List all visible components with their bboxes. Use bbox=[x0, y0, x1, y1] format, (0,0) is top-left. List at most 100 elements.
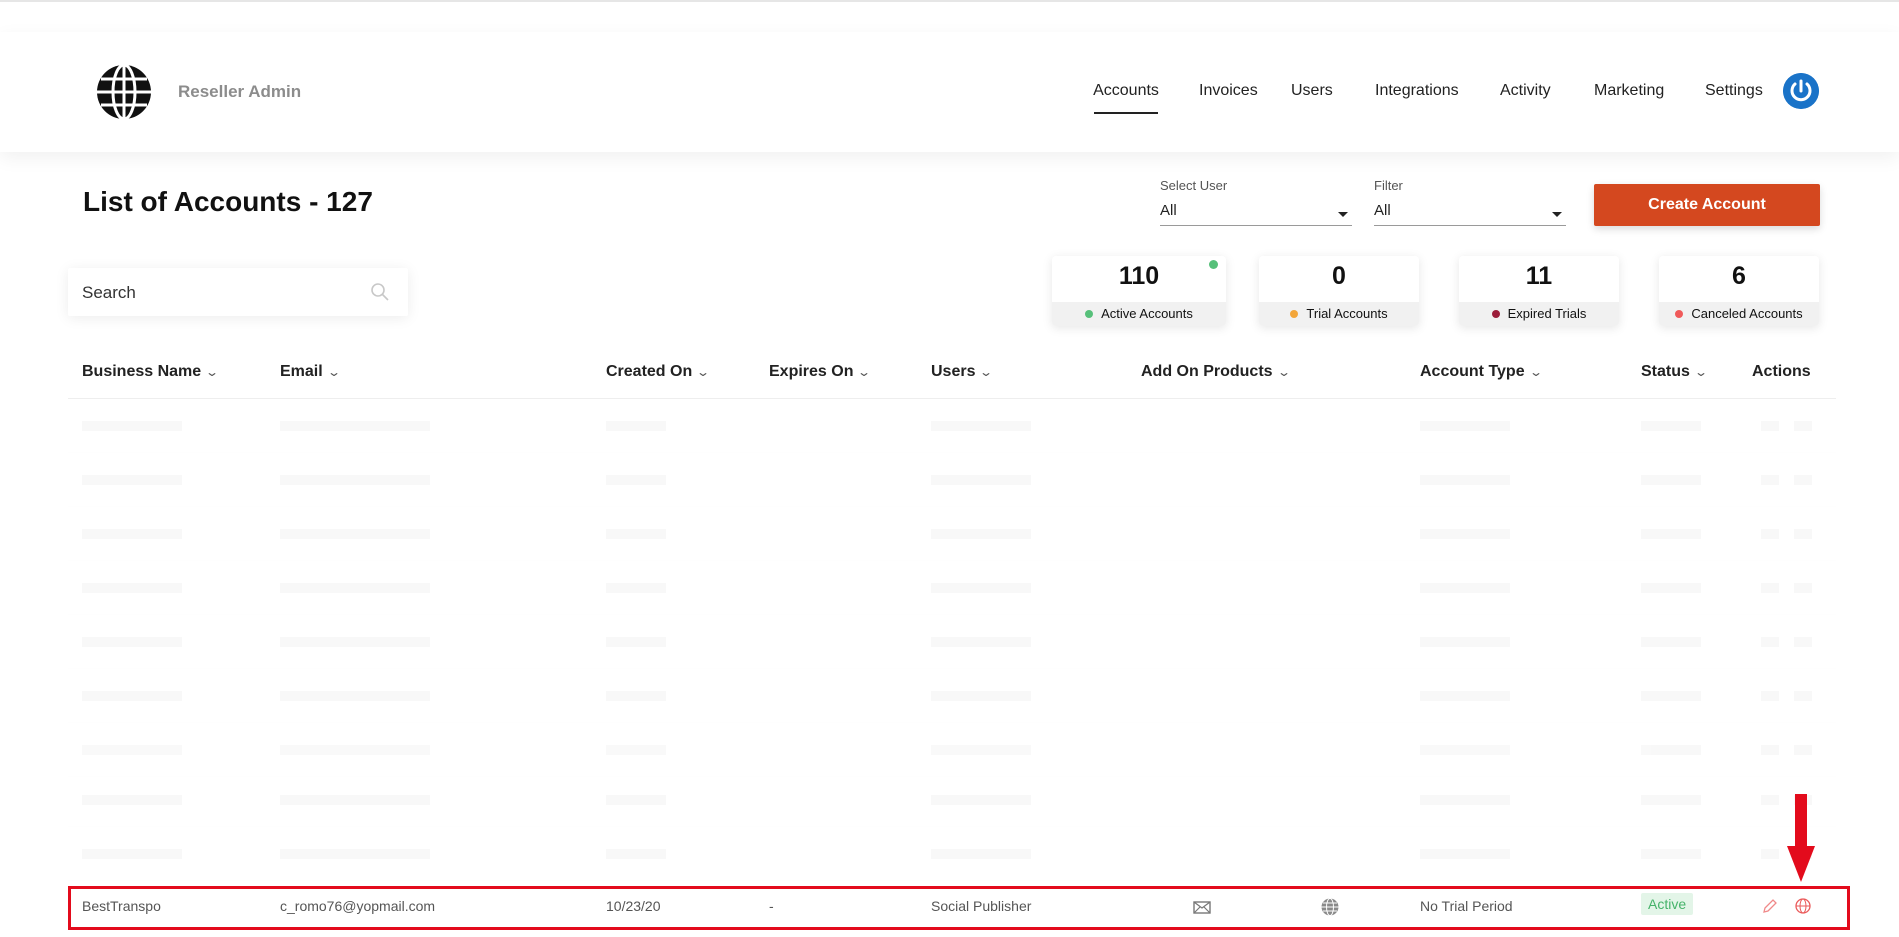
column-header-account-type[interactable]: Account Type ⌄ bbox=[1420, 363, 1543, 381]
filter-value: All bbox=[1374, 202, 1391, 219]
nav-invoices[interactable]: Invoices bbox=[1199, 82, 1258, 106]
placeholder-cell bbox=[1761, 475, 1779, 485]
placeholder-cell bbox=[280, 583, 430, 593]
stat-active-accounts[interactable]: 110 Active Accounts bbox=[1052, 256, 1226, 326]
nav-activity[interactable]: Activity bbox=[1500, 82, 1551, 106]
column-header-add-on-products[interactable]: Add On Products ⌄ bbox=[1141, 363, 1291, 381]
placeholder-cell bbox=[1794, 583, 1812, 593]
filter-dropdown[interactable]: All bbox=[1374, 198, 1566, 226]
column-label: Actions bbox=[1752, 363, 1811, 380]
chevron-down-icon bbox=[1552, 212, 1562, 217]
column-header-business-name[interactable]: Business Name ⌄ bbox=[82, 363, 219, 381]
placeholder-cell bbox=[606, 795, 666, 805]
stat-label: Expired Trials bbox=[1507, 306, 1587, 321]
table-row bbox=[68, 827, 1836, 881]
placeholder-cell bbox=[82, 475, 182, 485]
table-row bbox=[68, 773, 1836, 827]
placeholder-cell bbox=[931, 583, 1031, 593]
column-label: Users bbox=[931, 363, 976, 380]
table-row bbox=[68, 507, 1836, 561]
placeholder-cell bbox=[931, 745, 1031, 755]
chevron-down-icon bbox=[1338, 212, 1348, 217]
column-header-created-on[interactable]: Created On ⌄ bbox=[606, 363, 711, 381]
placeholder-cell bbox=[280, 421, 430, 431]
placeholder-cell bbox=[1794, 529, 1812, 539]
create-account-button[interactable]: Create Account bbox=[1594, 184, 1820, 226]
placeholder-cell bbox=[280, 637, 430, 647]
placeholder-cell bbox=[1794, 421, 1812, 431]
placeholder-cell bbox=[82, 529, 182, 539]
column-label: Status bbox=[1641, 363, 1690, 380]
placeholder-cell bbox=[1794, 637, 1812, 647]
placeholder-cell bbox=[280, 529, 430, 539]
chevron-down-icon: ⌄ bbox=[326, 365, 341, 379]
column-header-expires-on[interactable]: Expires On ⌄ bbox=[769, 363, 872, 381]
chevron-down-icon: ⌄ bbox=[1528, 365, 1543, 379]
nav-users[interactable]: Users bbox=[1291, 82, 1333, 106]
placeholder-cell bbox=[1420, 583, 1510, 593]
select-user-dropdown[interactable]: All bbox=[1160, 198, 1352, 226]
placeholder-cell bbox=[1641, 849, 1701, 859]
placeholder-cell bbox=[606, 421, 666, 431]
placeholder-cell bbox=[280, 795, 430, 805]
column-label: Account Type bbox=[1420, 363, 1525, 380]
arrow-down-icon bbox=[1787, 794, 1815, 882]
stat-value: 0 bbox=[1332, 262, 1346, 290]
column-header-email[interactable]: Email ⌄ bbox=[280, 363, 341, 381]
placeholder-cell bbox=[1761, 745, 1779, 755]
placeholder-cell bbox=[931, 849, 1031, 859]
stat-trial-accounts[interactable]: 0 Trial Accounts bbox=[1259, 256, 1419, 326]
power-icon[interactable] bbox=[1783, 73, 1819, 109]
placeholder-cell bbox=[606, 529, 666, 539]
search-input[interactable]: Search bbox=[82, 283, 136, 303]
stat-expired-trials[interactable]: 11 Expired Trials bbox=[1459, 256, 1619, 326]
placeholder-cell bbox=[1761, 795, 1779, 805]
placeholder-cell bbox=[931, 691, 1031, 701]
chevron-down-icon: ⌄ bbox=[1693, 365, 1708, 379]
chevron-down-icon: ⌄ bbox=[857, 365, 872, 379]
globe-icon[interactable] bbox=[95, 63, 153, 121]
placeholder-cell bbox=[931, 637, 1031, 647]
nav-settings[interactable]: Settings bbox=[1705, 82, 1763, 106]
placeholder-cell bbox=[82, 795, 182, 805]
placeholder-cell bbox=[1761, 691, 1779, 701]
column-label: Add On Products bbox=[1141, 363, 1273, 380]
chevron-down-icon: ⌄ bbox=[979, 365, 994, 379]
search-box[interactable]: Search bbox=[68, 268, 408, 316]
placeholder-cell bbox=[1794, 691, 1812, 701]
nav-marketing[interactable]: Marketing bbox=[1594, 82, 1664, 106]
nav-accounts[interactable]: Accounts bbox=[1082, 82, 1170, 114]
stat-canceled-accounts[interactable]: 6 Canceled Accounts bbox=[1659, 256, 1819, 326]
stat-value: 11 bbox=[1525, 262, 1553, 290]
placeholder-cell bbox=[1641, 637, 1701, 647]
placeholder-cell bbox=[606, 849, 666, 859]
placeholder-cell bbox=[606, 691, 666, 701]
stat-label: Trial Accounts bbox=[1306, 306, 1388, 321]
placeholder-cell bbox=[606, 745, 666, 755]
column-label: Expires On bbox=[769, 363, 854, 380]
placeholder-cell bbox=[1761, 421, 1779, 431]
placeholder-cell bbox=[1641, 475, 1701, 485]
placeholder-cell bbox=[1420, 637, 1510, 647]
placeholder-cell bbox=[280, 849, 430, 859]
placeholder-cell bbox=[1761, 529, 1779, 539]
table-row bbox=[68, 615, 1836, 669]
placeholder-cell bbox=[606, 475, 666, 485]
column-header-status[interactable]: Status ⌄ bbox=[1641, 363, 1708, 381]
stat-label: Canceled Accounts bbox=[1691, 306, 1803, 321]
nav-integrations[interactable]: Integrations bbox=[1375, 82, 1459, 106]
page-title: List of Accounts - 127 bbox=[83, 186, 373, 217]
chevron-down-icon: ⌄ bbox=[696, 365, 711, 379]
table-row bbox=[68, 669, 1836, 723]
stat-value: 110 bbox=[1118, 262, 1160, 290]
placeholder-cell bbox=[1641, 795, 1701, 805]
column-header-users[interactable]: Users ⌄ bbox=[931, 363, 994, 381]
placeholder-cell bbox=[606, 583, 666, 593]
column-header-actions: Actions bbox=[1752, 363, 1811, 381]
search-icon[interactable] bbox=[370, 282, 390, 302]
select-user-value: All bbox=[1160, 202, 1177, 219]
select-user-label: Select User bbox=[1160, 178, 1228, 193]
placeholder-cell bbox=[82, 421, 182, 431]
highlight-box bbox=[68, 886, 1850, 930]
placeholder-cell bbox=[1420, 745, 1510, 755]
